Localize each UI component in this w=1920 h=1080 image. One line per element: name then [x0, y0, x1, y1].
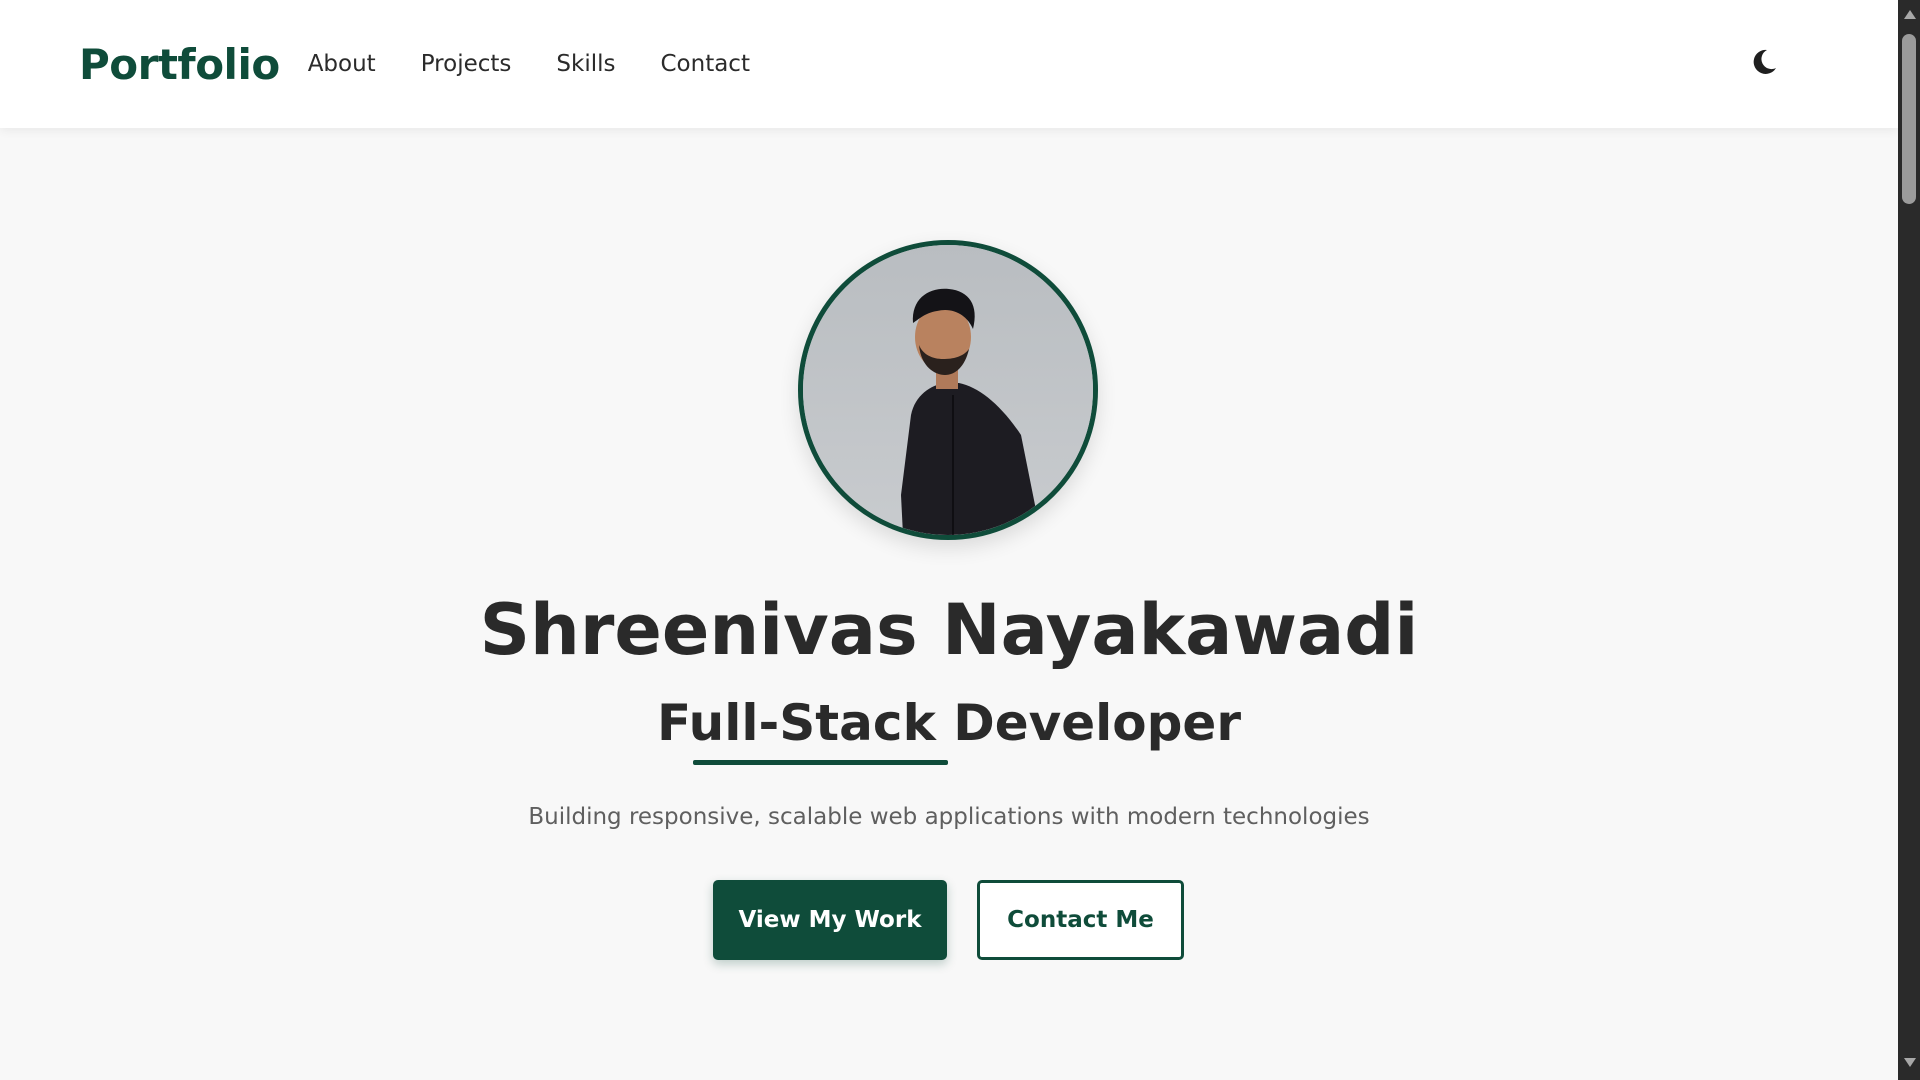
navbar: Portfolio About Projects Skills Contact — [0, 0, 1898, 128]
hero-tagline: Building responsive, scalable web applic… — [528, 804, 1370, 830]
view-my-work-button[interactable]: View My Work — [713, 880, 947, 960]
role-underline — [693, 760, 948, 765]
hero-name: Shreenivas Nayakawadi — [479, 589, 1419, 671]
nav-link-skills[interactable]: Skills — [556, 51, 615, 77]
contact-me-button[interactable]: Contact Me — [977, 880, 1184, 960]
nav-link-projects[interactable]: Projects — [421, 51, 512, 77]
moon-icon — [1753, 49, 1776, 74]
hero-role: Full-Stack Developer — [656, 694, 1241, 752]
theme-toggle-button[interactable] — [1748, 46, 1780, 78]
nav-link-contact[interactable]: Contact — [660, 51, 749, 77]
profile-photo — [803, 245, 1093, 535]
vertical-scrollbar[interactable] — [1898, 0, 1920, 1080]
nav-links: About Projects Skills Contact — [308, 51, 795, 77]
nav-link-about[interactable]: About — [308, 51, 376, 77]
brand-logo[interactable]: Portfolio — [79, 40, 280, 89]
profile-avatar — [798, 240, 1098, 540]
scrollbar-thumb[interactable] — [1902, 34, 1916, 204]
scroll-down-arrow-icon[interactable] — [1904, 1058, 1916, 1067]
scroll-up-arrow-icon[interactable] — [1904, 10, 1916, 19]
page: Portfolio About Projects Skills Contact — [0, 0, 1898, 1080]
